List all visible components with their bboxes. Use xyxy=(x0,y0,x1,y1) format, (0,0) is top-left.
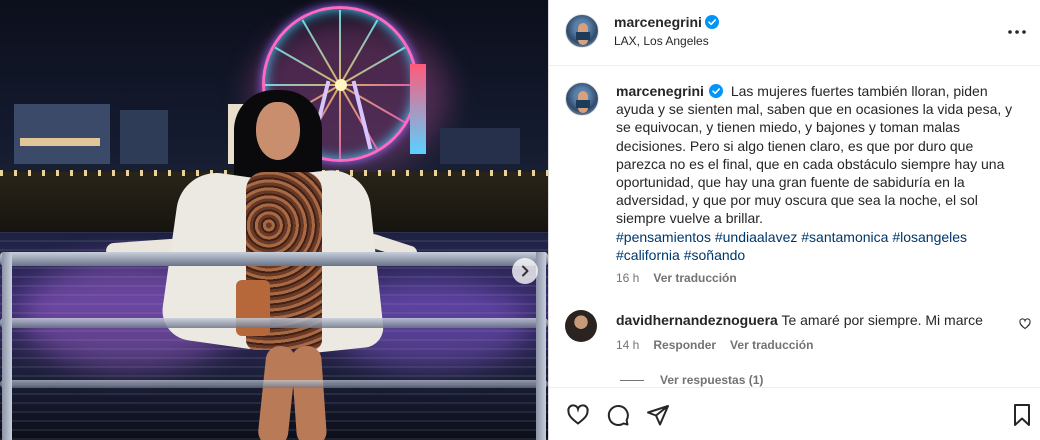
hashtag-list: #pensamientos #undiaalavez #santamonica … xyxy=(616,228,1016,264)
post-location[interactable]: LAX, Los Angeles xyxy=(614,34,709,48)
hashtag-link[interactable]: #soñando xyxy=(684,247,746,263)
more-options-icon xyxy=(1008,30,1026,34)
caption-text: Las mujeres fuertes también lloran, pide… xyxy=(616,83,1013,227)
comment-time: 14 h xyxy=(616,338,640,352)
caption-author-username[interactable]: marcenegrini xyxy=(616,83,704,99)
comment-text-block: davidhernandeznoguera Te amaré por siemp… xyxy=(616,312,1016,328)
railing-post xyxy=(2,252,12,440)
pier-building xyxy=(14,104,110,164)
chevron-right-icon xyxy=(522,265,529,277)
caption-text-block: marcenegrini Las mujeres fuertes también… xyxy=(616,82,1024,228)
railing-bottom xyxy=(0,318,548,328)
reply-link[interactable]: Responder xyxy=(653,338,716,352)
next-photo-button[interactable] xyxy=(512,258,538,284)
commenter-username[interactable]: davidhernandeznoguera xyxy=(616,312,778,328)
like-button[interactable] xyxy=(565,402,591,428)
post-photo xyxy=(0,0,548,440)
hashtag-link[interactable]: #losangeles xyxy=(892,229,967,245)
comment-text: Te amaré por siempre. Mi marce xyxy=(781,312,983,328)
railing-lower xyxy=(0,380,548,388)
railing-top xyxy=(0,252,548,266)
bookmark-icon xyxy=(1014,404,1030,426)
see-translation-link[interactable]: Ver traducción xyxy=(730,338,813,352)
verified-badge-icon xyxy=(704,15,719,29)
comment-button[interactable] xyxy=(605,402,631,428)
author-username[interactable]: marcenegrini xyxy=(614,14,702,30)
author-avatar[interactable] xyxy=(565,82,599,116)
post-panel: marcenegrini LAX, Los Angeles marcenegri… xyxy=(548,0,1040,440)
share-button[interactable] xyxy=(645,402,671,428)
verified-badge-icon xyxy=(708,84,723,98)
hashtag-link[interactable]: #pensamientos xyxy=(616,229,711,245)
roller-coaster-tower xyxy=(410,64,426,154)
more-options-button[interactable] xyxy=(1005,20,1029,44)
hashtag-link[interactable]: #santamonica xyxy=(801,229,888,245)
view-replies-button[interactable]: Ver respuestas (1) xyxy=(620,373,763,387)
share-icon xyxy=(647,405,669,426)
action-bar xyxy=(549,387,1040,440)
heart-icon xyxy=(567,404,589,425)
save-button[interactable] xyxy=(1009,402,1035,428)
see-translation-link[interactable]: Ver traducción xyxy=(653,271,736,285)
post-header: marcenegrini LAX, Los Angeles xyxy=(549,0,1040,66)
view-replies-label: Ver respuestas (1) xyxy=(660,373,764,387)
author-avatar[interactable] xyxy=(565,14,599,48)
post-time: 16 h xyxy=(616,271,640,285)
hashtag-link[interactable]: #undiaalavez xyxy=(715,229,798,245)
comment-meta: 14 h Responder Ver traducción xyxy=(616,338,813,352)
caption-meta: 16 h Ver traducción xyxy=(616,271,737,285)
pier-building xyxy=(440,128,520,164)
railing-post xyxy=(536,252,546,440)
comment-icon xyxy=(607,404,629,426)
building-lights xyxy=(20,138,100,146)
comment-like-icon[interactable] xyxy=(1019,318,1031,330)
replies-divider xyxy=(620,379,644,381)
commenter-avatar[interactable] xyxy=(565,310,597,342)
hashtag-link[interactable]: #california xyxy=(616,247,680,263)
pier-building xyxy=(120,110,168,164)
